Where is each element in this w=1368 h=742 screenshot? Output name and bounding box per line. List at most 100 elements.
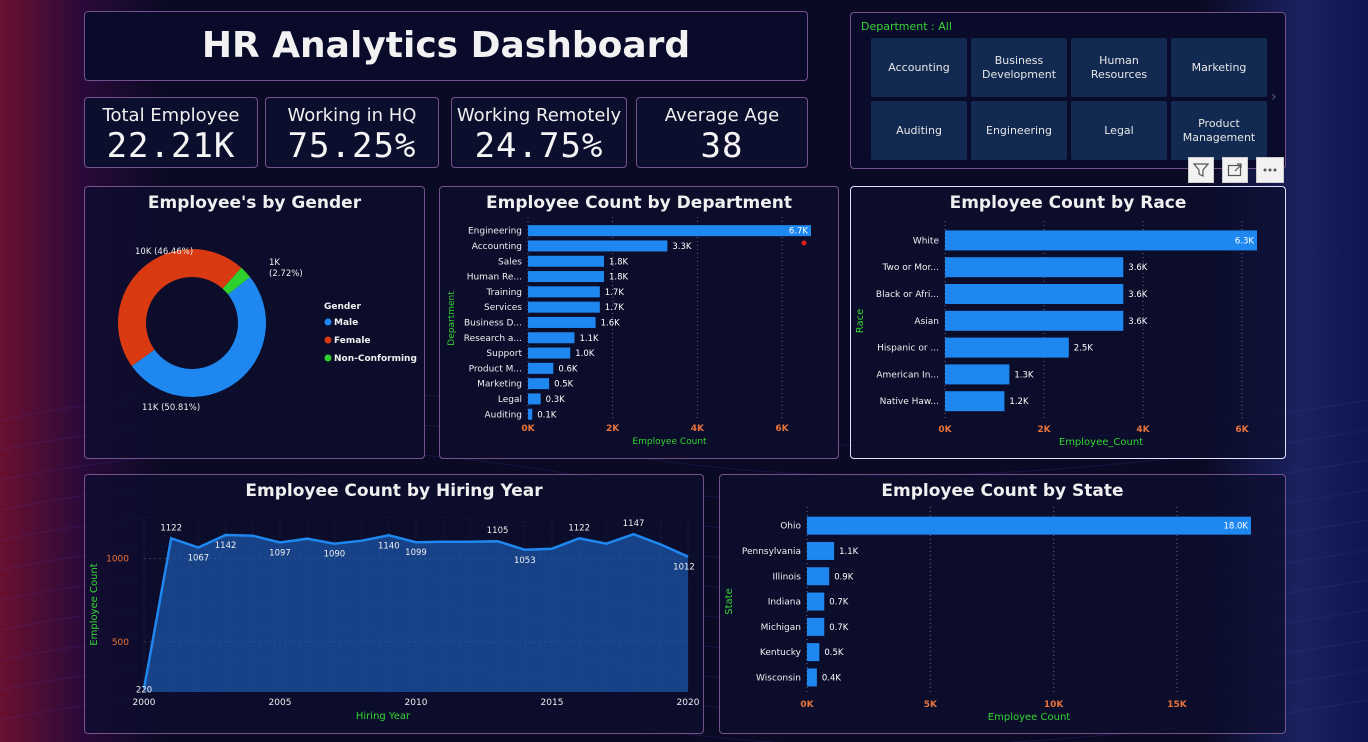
data-label: 0.9K xyxy=(834,572,854,582)
data-label: 1.1K xyxy=(579,334,599,344)
gender-donut-chart: 11K (50.81%) 10K (46.46%) 1K(2.72%) Gender M… xyxy=(117,247,417,413)
slice-label: (2.72%) xyxy=(269,269,303,279)
bar xyxy=(945,310,1124,331)
kpi-value: 22.21K xyxy=(106,126,236,166)
point-label: 1140 xyxy=(378,541,400,551)
data-label: 1.7K xyxy=(605,303,625,313)
data-label: 1.6K xyxy=(601,318,621,328)
y-axis-title: State xyxy=(724,588,735,614)
slicer-item-product-management[interactable]: Product Management xyxy=(1171,101,1267,160)
x-tick-label: 2015 xyxy=(541,698,564,708)
bar xyxy=(945,284,1124,304)
focus-mode-icon[interactable] xyxy=(1222,157,1248,183)
data-label: 3.6K xyxy=(1128,317,1148,327)
bar xyxy=(528,332,575,344)
kpi-value: 75.25% xyxy=(287,126,417,166)
data-label: 18.0K xyxy=(1224,522,1249,532)
chevron-right-icon[interactable]: › xyxy=(1271,89,1277,105)
x-axis-title: Employee Count xyxy=(632,437,707,447)
bar xyxy=(528,225,811,237)
legend-swatch xyxy=(324,336,332,344)
slicer-item-business-development[interactable]: Business Development xyxy=(971,38,1067,97)
y-category-label: Engineering xyxy=(468,227,522,237)
y-category-label: Accounting xyxy=(472,242,522,252)
y-category-label: American In... xyxy=(876,370,939,380)
point-label: 1122 xyxy=(568,523,590,533)
x-tick-label: 2005 xyxy=(269,698,292,708)
y-category-label: Two or Mor... xyxy=(881,263,939,273)
data-label: 1.7K xyxy=(605,288,625,298)
bar xyxy=(528,286,600,298)
y-axis-title: Department xyxy=(447,291,457,346)
y-category-label: Kentucky xyxy=(760,648,802,658)
slice-label: 1K xyxy=(269,258,280,268)
data-label: 1.3K xyxy=(1014,370,1034,380)
department-chart-panel: Employee Count by Department 0K 2K 4K 6K Eng… xyxy=(439,186,839,459)
legend-swatch xyxy=(324,354,332,362)
kpi-label: Working Remotely xyxy=(456,105,622,126)
bar xyxy=(528,362,554,374)
state-bar-chart: 0K 5K 10K 15K Ohio 18.0K Pennsylvania 1.1K Illin… xyxy=(724,507,1251,723)
data-label: 3.6K xyxy=(1128,290,1148,300)
y-axis-title: Employee Count xyxy=(89,563,100,645)
data-label: 0.5K xyxy=(554,380,574,390)
kpi-label: Working in HQ xyxy=(287,105,417,126)
slice-label: 10K (46.46%) xyxy=(135,247,193,257)
y-category-label: Services xyxy=(484,303,522,313)
slicer-item-auditing[interactable]: Auditing xyxy=(871,101,967,160)
x-tick-label: 5K xyxy=(924,700,938,710)
slicer-item-accounting[interactable]: Accounting xyxy=(871,38,967,97)
bar xyxy=(528,378,550,390)
y-category-label: Michigan xyxy=(761,623,801,633)
bar xyxy=(807,567,830,586)
data-label: 6.3K xyxy=(1235,236,1255,246)
kpi-value: 24.75% xyxy=(474,126,604,166)
x-tick-label: 10K xyxy=(1044,700,1065,710)
kpi-total-employee: Total Employee 22.21K xyxy=(84,97,258,168)
kpi-label: Average Age xyxy=(664,105,780,126)
chart-title: Employee Count by Hiring Year xyxy=(245,481,543,501)
point-label: 1097 xyxy=(269,549,291,559)
filter-icon[interactable] xyxy=(1188,157,1214,183)
slicer-item-marketing[interactable]: Marketing xyxy=(1171,38,1267,97)
x-tick-label: 4K xyxy=(1136,425,1150,435)
kpi-average-age: Average Age 38 xyxy=(636,97,808,168)
point-label: 1012 xyxy=(673,563,695,573)
data-label: 0.7K xyxy=(829,623,849,633)
x-tick-label: 2K xyxy=(1037,425,1051,435)
bar xyxy=(528,271,605,283)
chart-title: Employee Count by Race xyxy=(949,193,1187,213)
slicer-item-human-resources[interactable]: Human Resources xyxy=(1071,38,1167,97)
slicer-item-legal[interactable]: Legal xyxy=(1071,101,1167,160)
x-tick-label: 2K xyxy=(606,424,620,434)
bar xyxy=(945,391,1005,412)
slicer-title: Department : All xyxy=(861,20,952,33)
legend-label: Male xyxy=(334,318,358,328)
bar xyxy=(945,257,1124,278)
bar xyxy=(528,408,533,420)
point-label: 1147 xyxy=(623,519,645,529)
point-label: 1142 xyxy=(215,541,237,551)
y-category-label: Sales xyxy=(498,257,522,267)
slicer-item-engineering[interactable]: Engineering xyxy=(971,101,1067,160)
more-options-icon[interactable] xyxy=(1256,157,1284,183)
y-category-label: Training xyxy=(485,288,522,298)
y-category-label: White xyxy=(913,236,940,246)
data-label: 1.8K xyxy=(609,273,629,283)
race-chart-panel: Employee Count by Race 0K 2K 4K 6K White 6.3K… xyxy=(850,186,1286,459)
data-label: 0.3K xyxy=(546,395,566,405)
donut-slice xyxy=(117,248,242,366)
y-category-label: Business D... xyxy=(464,318,522,328)
legend-label: Non-Conforming xyxy=(334,354,417,364)
data-label: 3.6K xyxy=(1128,263,1148,273)
y-category-label: Illinois xyxy=(772,572,801,582)
selection-marker-dot xyxy=(801,240,807,246)
bar xyxy=(528,301,600,313)
bar xyxy=(807,643,820,662)
data-label: 6.7K xyxy=(789,227,809,237)
y-category-label: Indiana xyxy=(768,598,801,608)
point-label: 1099 xyxy=(405,548,427,558)
dashboard-title: HR Analytics Dashboard xyxy=(201,25,691,66)
y-category-label: Ohio xyxy=(780,522,801,532)
data-label: 1.2K xyxy=(1009,397,1029,407)
